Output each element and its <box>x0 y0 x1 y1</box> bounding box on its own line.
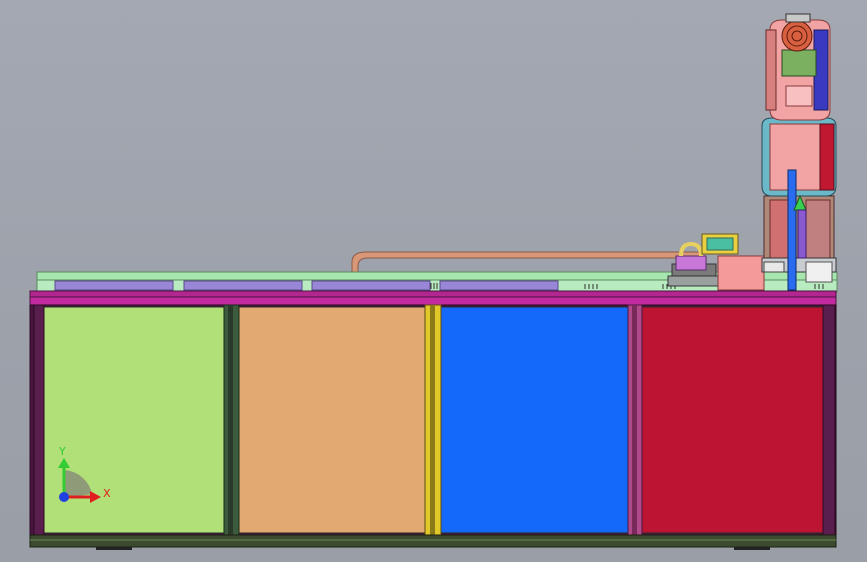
cabinet-top-rail <box>29 290 837 298</box>
red-panel <box>641 306 824 534</box>
foot-right <box>734 547 770 550</box>
gripper-module <box>667 233 765 291</box>
cable-loop <box>351 251 701 273</box>
x-axis-label: X <box>103 487 111 500</box>
foot-left <box>96 547 132 550</box>
cabinet-base <box>29 534 837 548</box>
y-axis-label: Y <box>58 445 66 458</box>
blue-panel <box>440 306 629 534</box>
robot-arm <box>761 13 837 291</box>
cabinet-top-rail-lower <box>29 296 837 306</box>
cad-scene: Y X <box>29 13 838 550</box>
orange-panel <box>238 306 426 534</box>
cad-viewport[interactable]: Y X <box>0 0 867 562</box>
green-panel <box>43 306 225 534</box>
